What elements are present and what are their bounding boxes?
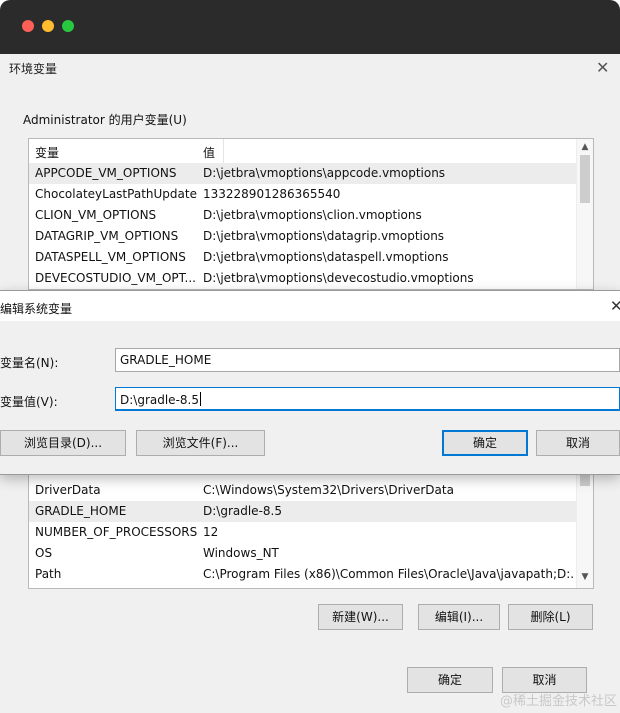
window-title: 环境变量 xyxy=(9,62,58,76)
vertical-scrollbar[interactable]: ▼ xyxy=(576,466,593,588)
text-caret xyxy=(199,392,201,406)
var-value: D:\jetbra\vmoptions\datagrip.vmoptions xyxy=(203,229,445,243)
table-row[interactable]: APPCODE_VM_OPTIONS D:\jetbra\vmoptions\a… xyxy=(29,163,576,184)
table-row[interactable]: DriverData C:\Windows\System32\Drivers\D… xyxy=(29,480,576,501)
edit-system-variable-dialog: 编辑系统变量 ✕ 变量名(N): GRADLE_HOME 变量值(V): D:\… xyxy=(0,290,620,475)
scroll-thumb[interactable] xyxy=(580,474,590,486)
delete-button[interactable]: 删除(L) xyxy=(508,604,593,630)
table-row[interactable]: DEVECOSTUDIO_VM_OPT... D:\jetbra\vmoptio… xyxy=(29,268,576,289)
close-icon[interactable]: ✕ xyxy=(596,58,609,77)
var-name: DriverData xyxy=(35,483,101,497)
table-row[interactable]: ChocolateyLastPathUpdate 133228901286365… xyxy=(29,184,576,205)
table-row[interactable]: DATAGRIP_VM_OPTIONS D:\jetbra\vmoptions\… xyxy=(29,226,576,247)
var-name: DATAGRIP_VM_OPTIONS xyxy=(35,229,179,243)
close-icon[interactable]: ✕ xyxy=(610,297,620,315)
ok-button[interactable]: 确定 xyxy=(407,667,493,693)
var-value: 133228901286365540 xyxy=(203,187,341,201)
variable-value-label: 变量值(V): xyxy=(0,395,58,409)
dialog-cancel-button[interactable]: 取消 xyxy=(536,430,620,456)
close-window-dot[interactable] xyxy=(22,20,34,32)
dialog-ok-button[interactable]: 确定 xyxy=(442,430,528,456)
scroll-thumb[interactable] xyxy=(580,155,590,203)
variable-name-text: GRADLE_HOME xyxy=(120,353,212,367)
dialog-title: 编辑系统变量 xyxy=(0,302,73,316)
zoom-window-dot[interactable] xyxy=(62,20,74,32)
browse-directory-button[interactable]: 浏览目录(D)... xyxy=(0,430,126,456)
var-value: 12 xyxy=(203,525,219,539)
var-name: GRADLE_HOME xyxy=(35,504,127,518)
browse-file-button[interactable]: 浏览文件(F)... xyxy=(136,430,265,456)
var-name: NUMBER_OF_PROCESSORS xyxy=(35,525,198,539)
variable-value-text: D:\gradle-8.5 xyxy=(120,393,199,407)
var-name: DATASPELL_VM_OPTIONS xyxy=(35,250,186,264)
variable-name-label: 变量名(N): xyxy=(0,356,59,370)
table-row[interactable]: GRADLE_HOME D:\gradle-8.5 xyxy=(29,501,576,522)
table-row[interactable]: OS Windows_NT xyxy=(29,543,576,564)
var-name: Path xyxy=(35,567,62,581)
var-name: APPCODE_VM_OPTIONS xyxy=(35,166,177,180)
variable-name-input[interactable]: GRADLE_HOME xyxy=(115,348,620,372)
var-value: C:\Windows\System32\Drivers\DriverData xyxy=(203,483,454,497)
user-vars-label: Administrator 的用户变量(U) xyxy=(23,113,187,127)
list-header: 变量 值 xyxy=(29,139,576,164)
var-value: Windows_NT xyxy=(203,546,279,560)
vertical-scrollbar[interactable]: ▲ xyxy=(576,139,593,289)
watermark-text: @稀土掘金技术社区 xyxy=(500,694,618,709)
var-value: C:\Program Files (x86)\Common Files\Orac… xyxy=(203,567,573,581)
var-value: D:\jetbra\vmoptions\clion.vmoptions xyxy=(203,208,422,222)
mac-title-bar xyxy=(0,0,620,54)
edit-button[interactable]: 编辑(I)... xyxy=(418,604,500,630)
scroll-down-icon[interactable]: ▼ xyxy=(577,572,593,582)
table-row[interactable]: CLION_VM_OPTIONS D:\jetbra\vmoptions\cli… xyxy=(29,205,576,226)
table-row[interactable]: Path C:\Program Files (x86)\Common Files… xyxy=(29,564,576,585)
user-vars-list[interactable]: 变量 值 APPCODE_VM_OPTIONS D:\jetbra\vmopti… xyxy=(28,138,594,290)
column-divider[interactable] xyxy=(223,139,224,163)
column-header-value[interactable]: 值 xyxy=(203,144,215,161)
column-header-variable[interactable]: 变量 xyxy=(35,144,59,161)
var-value: D:\gradle-8.5 xyxy=(203,504,282,518)
table-row[interactable]: NUMBER_OF_PROCESSORS 12 xyxy=(29,522,576,543)
minimize-window-dot[interactable] xyxy=(42,20,54,32)
scroll-up-icon[interactable]: ▲ xyxy=(577,142,593,152)
var-name: OS xyxy=(35,546,53,560)
system-vars-list[interactable]: DriverData C:\Windows\System32\Drivers\D… xyxy=(28,465,594,589)
var-value: D:\jetbra\vmoptions\appcode.vmoptions xyxy=(203,166,446,180)
var-name: DEVECOSTUDIO_VM_OPT... xyxy=(35,271,196,285)
var-value: D:\jetbra\vmoptions\dataspell.vmoptions xyxy=(203,250,449,264)
table-row[interactable]: DATASPELL_VM_OPTIONS D:\jetbra\vmoptions… xyxy=(29,247,576,268)
var-name: CLION_VM_OPTIONS xyxy=(35,208,157,222)
var-name: ChocolateyLastPathUpdate xyxy=(35,187,197,201)
new-button[interactable]: 新建(W)... xyxy=(318,604,403,630)
variable-value-input[interactable]: D:\gradle-8.5 xyxy=(115,387,620,411)
var-value: D:\jetbra\vmoptions\devecostudio.vmoptio… xyxy=(203,271,474,285)
dialog-title-bar: 编辑系统变量 ✕ xyxy=(0,291,620,321)
